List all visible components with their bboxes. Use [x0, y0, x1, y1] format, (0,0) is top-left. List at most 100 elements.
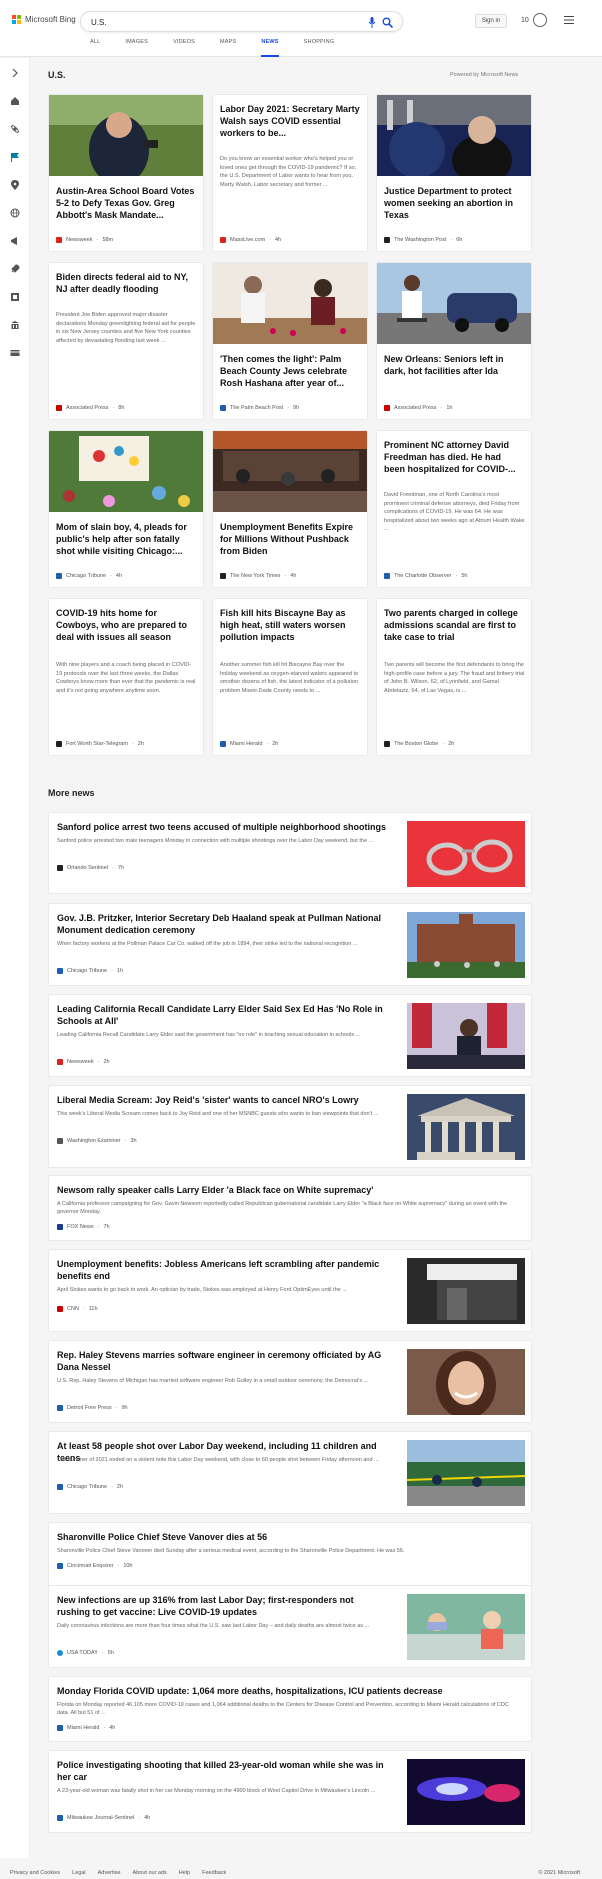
- news-row[interactable]: Rep. Haley Stevens marries software engi…: [48, 1340, 532, 1423]
- row-thumbnail[interactable]: [407, 1349, 525, 1415]
- news-thumbnail[interactable]: [49, 95, 203, 176]
- money-card-icon[interactable]: [10, 348, 20, 358]
- home-icon[interactable]: [10, 96, 20, 106]
- row-thumbnail[interactable]: [407, 821, 525, 887]
- technology-rocket-icon[interactable]: [10, 264, 20, 274]
- news-row[interactable]: Gov. J.B. Pritzker, Interior Secretary D…: [48, 903, 532, 986]
- fox-news-logo-icon: [57, 1224, 63, 1230]
- news-row[interactable]: Monday Florida COVID update: 1,064 more …: [48, 1676, 532, 1742]
- news-row[interactable]: At least 58 people shot over Labor Day w…: [48, 1431, 532, 1514]
- separator: ·: [287, 405, 290, 411]
- row-thumbnail[interactable]: [407, 1003, 525, 1069]
- search-box[interactable]: [80, 11, 403, 32]
- row-title[interactable]: Sharonville Police Chief Steve Vanover d…: [57, 1531, 517, 1543]
- row-thumbnail[interactable]: [407, 1440, 525, 1506]
- news-row[interactable]: New infections are up 316% from last Lab…: [48, 1585, 532, 1668]
- expand-chevron-icon[interactable]: [10, 68, 20, 78]
- logo-text: Microsoft Bing: [25, 15, 76, 24]
- row-title[interactable]: New infections are up 316% from last Lab…: [57, 1594, 387, 1618]
- hamburger-menu-icon[interactable]: [564, 16, 574, 24]
- card-title[interactable]: Unemployment Benefits Expire for Million…: [220, 521, 360, 557]
- card-title[interactable]: Biden directs federal aid to NY, NJ afte…: [56, 271, 196, 295]
- rewards-count[interactable]: 10: [521, 17, 529, 24]
- footer-link-feedback[interactable]: Feedback: [202, 1870, 226, 1876]
- science-icon[interactable]: [10, 124, 20, 134]
- card-title[interactable]: Mom of slain boy, 4, pleads for public's…: [56, 521, 196, 557]
- news-row[interactable]: Police investigating shooting that kille…: [48, 1750, 532, 1833]
- news-card[interactable]: Austin-Area School Board Votes 5-2 to De…: [48, 94, 204, 252]
- row-title[interactable]: Rep. Haley Stevens marries software engi…: [57, 1349, 387, 1373]
- news-row[interactable]: Liberal Media Scream: Joy Reid's 'sister…: [48, 1085, 532, 1168]
- politics-megaphone-icon[interactable]: [10, 236, 20, 246]
- row-title[interactable]: Leading California Recall Candidate Larr…: [57, 1003, 387, 1027]
- footer-link-help[interactable]: Help: [179, 1870, 190, 1876]
- row-title[interactable]: Gov. J.B. Pritzker, Interior Secretary D…: [57, 912, 387, 936]
- news-card[interactable]: Two parents charged in college admission…: [376, 598, 532, 756]
- news-row[interactable]: Unemployment benefits: Jobless Americans…: [48, 1249, 532, 1332]
- footer-link-advertise[interactable]: Advertise: [98, 1870, 121, 1876]
- news-thumbnail[interactable]: [377, 263, 531, 344]
- entertainment-film-icon[interactable]: [10, 292, 20, 302]
- search-icon[interactable]: [382, 17, 393, 28]
- news-thumbnail[interactable]: [213, 431, 367, 512]
- tab-maps[interactable]: MAPS: [220, 39, 236, 57]
- news-thumbnail[interactable]: [49, 431, 203, 512]
- card-title[interactable]: Austin-Area School Board Votes 5-2 to De…: [56, 185, 196, 221]
- tab-videos[interactable]: VIDEOS: [173, 39, 195, 57]
- news-card[interactable]: Prominent NC attorney David Freedman has…: [376, 430, 532, 588]
- row-thumbnail[interactable]: [407, 1258, 525, 1324]
- news-thumbnail[interactable]: [213, 263, 367, 344]
- news-card[interactable]: Justice Department to protect women seek…: [376, 94, 532, 252]
- news-card[interactable]: Fish kill hits Biscayne Bay as high heat…: [212, 598, 368, 756]
- card-title[interactable]: Fish kill hits Biscayne Bay as high heat…: [220, 607, 360, 643]
- tab-shopping[interactable]: SHOPPING: [304, 39, 335, 57]
- news-card[interactable]: 'Then comes the light': Palm Beach Count…: [212, 262, 368, 420]
- news-card[interactable]: Mom of slain boy, 4, pleads for public's…: [48, 430, 204, 588]
- globe-icon[interactable]: [10, 208, 20, 218]
- news-card[interactable]: Labor Day 2021: Secretary Marty Walsh sa…: [212, 94, 368, 252]
- row-thumbnail[interactable]: [407, 912, 525, 978]
- card-title[interactable]: Labor Day 2021: Secretary Marty Walsh sa…: [220, 103, 360, 139]
- bing-logo[interactable]: Microsoft Bing: [12, 15, 76, 24]
- business-building-icon[interactable]: [10, 320, 20, 330]
- separator: ·: [284, 573, 287, 579]
- news-card[interactable]: COVID-19 hits home for Cowboys, who are …: [48, 598, 204, 756]
- row-title[interactable]: Unemployment benefits: Jobless Americans…: [57, 1258, 387, 1282]
- card-title[interactable]: Justice Department to protect women seek…: [384, 185, 524, 221]
- card-title[interactable]: New Orleans: Seniors left in dark, hot f…: [384, 353, 524, 377]
- row-thumbnail[interactable]: [407, 1759, 525, 1825]
- news-card[interactable]: New Orleans: Seniors left in dark, hot f…: [376, 262, 532, 420]
- card-age: 2h: [137, 741, 144, 747]
- row-title[interactable]: Monday Florida COVID update: 1,064 more …: [57, 1685, 517, 1697]
- row-thumbnail[interactable]: [407, 1094, 525, 1160]
- card-title[interactable]: 'Then comes the light': Palm Beach Count…: [220, 353, 360, 389]
- row-title[interactable]: Newsom rally speaker calls Larry Elder '…: [57, 1184, 517, 1196]
- row-title[interactable]: Liberal Media Scream: Joy Reid's 'sister…: [57, 1094, 387, 1106]
- microphone-icon[interactable]: [368, 17, 376, 28]
- rewards-trophy-icon[interactable]: [533, 13, 547, 27]
- powered-by-text[interactable]: Powered by Microsoft News: [450, 72, 518, 78]
- search-input[interactable]: [91, 16, 341, 28]
- card-title[interactable]: Two parents charged in college admission…: [384, 607, 524, 643]
- card-title[interactable]: COVID-19 hits home for Cowboys, who are …: [56, 607, 196, 643]
- row-thumbnail[interactable]: [407, 1594, 525, 1660]
- us-flag-icon[interactable]: [10, 152, 20, 162]
- location-pin-icon[interactable]: [10, 180, 20, 190]
- sign-in-button[interactable]: Sign in: [475, 14, 507, 28]
- news-row[interactable]: Sanford police arrest two teens accused …: [48, 812, 532, 894]
- tab-all[interactable]: ALL: [90, 39, 100, 57]
- news-row[interactable]: Leading California Recall Candidate Larr…: [48, 994, 532, 1077]
- news-card[interactable]: Unemployment Benefits Expire for Million…: [212, 430, 368, 588]
- row-title[interactable]: Police investigating shooting that kille…: [57, 1759, 387, 1783]
- news-card[interactable]: Biden directs federal aid to NY, NJ afte…: [48, 262, 204, 420]
- tab-images[interactable]: IMAGES: [125, 39, 148, 57]
- row-title[interactable]: Sanford police arrest two teens accused …: [57, 821, 387, 833]
- footer-link-legal[interactable]: Legal: [72, 1870, 85, 1876]
- card-title[interactable]: Prominent NC attorney David Freedman has…: [384, 439, 524, 475]
- tab-news[interactable]: NEWS: [261, 39, 279, 57]
- news-row[interactable]: Newsom rally speaker calls Larry Elder '…: [48, 1175, 532, 1241]
- news-thumbnail[interactable]: [377, 95, 531, 176]
- footer-link-privacy[interactable]: Privacy and Cookies: [10, 1870, 60, 1876]
- footer-link-about-ads[interactable]: About our ads: [133, 1870, 167, 1876]
- news-row[interactable]: Sharonville Police Chief Steve Vanover d…: [48, 1522, 532, 1588]
